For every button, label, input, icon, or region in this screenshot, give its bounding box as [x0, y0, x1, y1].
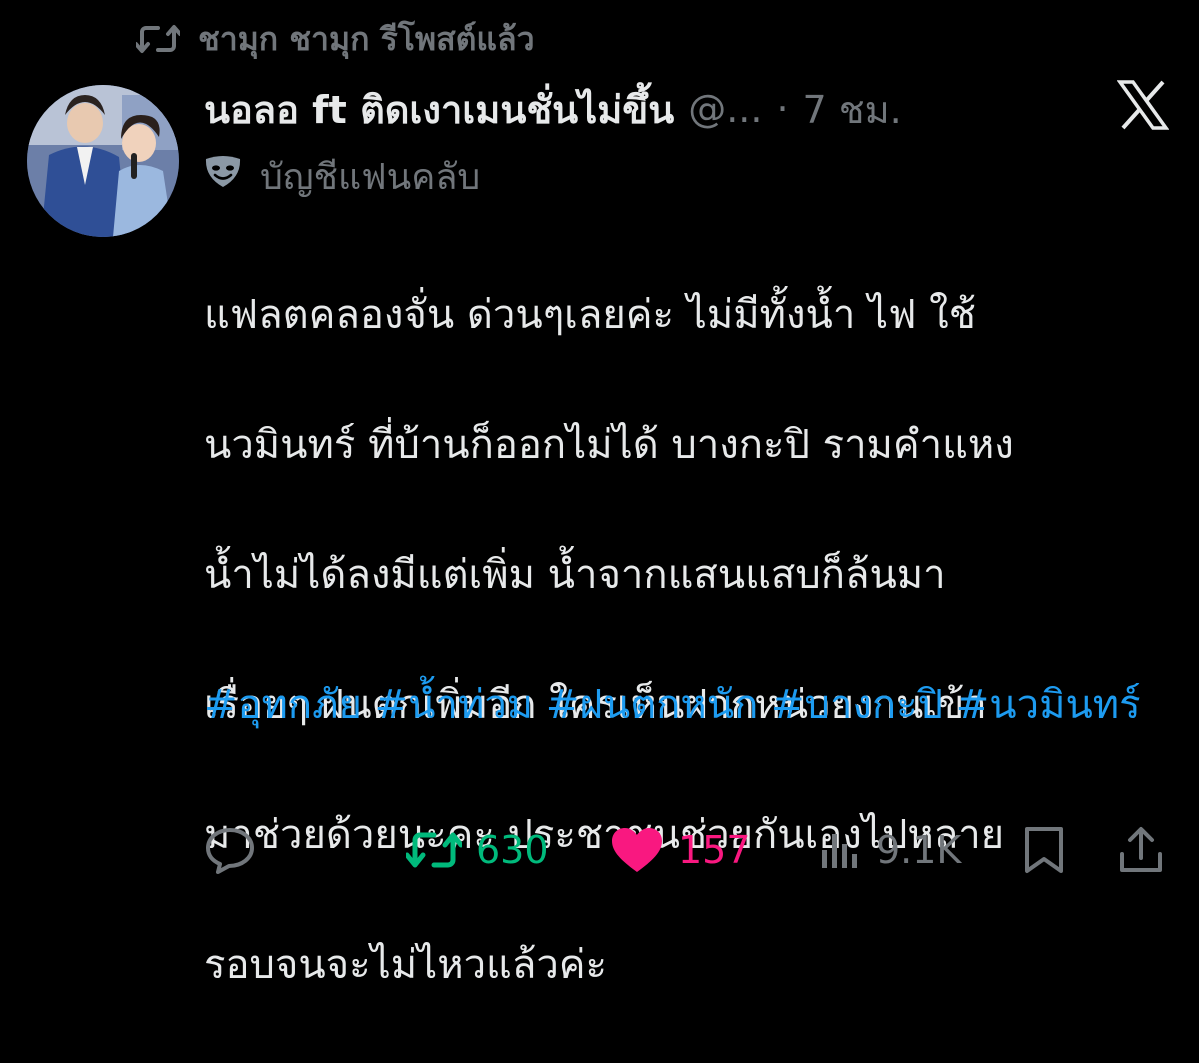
hashtag-list: #อุทกภัย #น้ำท่วม #ฝนตกหนัก #บางกะปิ #นว… [204, 673, 1179, 737]
tweet-line: รอบจนจะไม่ไหวแล้วค่ะ [204, 942, 608, 988]
bookmark-button[interactable] [1022, 815, 1066, 885]
action-bar: 630 157 9.1K [0, 815, 1199, 885]
x-logo-icon [1116, 79, 1170, 131]
theater-mask-icon [204, 155, 242, 198]
repost-label: ชามุก ชามุก รีโพสต์แล้ว [198, 19, 535, 58]
share-button[interactable] [1117, 815, 1165, 885]
hashtag-link[interactable]: #ฝนตกหนัก [546, 682, 758, 728]
separator-dot: · [776, 87, 789, 131]
repost-header[interactable]: ชามุก ชามุก รีโพสต์แล้ว [136, 14, 535, 64]
views-button[interactable]: 9.1K [818, 815, 961, 885]
hashtag-link[interactable]: #อุทกภัย [204, 682, 362, 728]
retweet-count: 630 [476, 828, 549, 872]
hashtag-link[interactable]: #บางกะปิ [771, 682, 943, 728]
author-handle[interactable]: @... [688, 87, 762, 131]
repost-icon [136, 22, 180, 56]
share-icon [1117, 826, 1165, 874]
tweet-body: แฟลตคลองจั่น ด่วนๆเลยค่ะ ไม่มีทั้งน้ำ ไฟ… [204, 218, 1179, 1063]
retweet-button[interactable]: 630 [406, 815, 549, 885]
bookmark-icon [1022, 826, 1066, 874]
hashtag-link[interactable]: #น้ำท่วม [375, 682, 534, 728]
tweet-line: นวมินทร์ ที่บ้านก็ออกไม่ได้ บางกะปิ รามค… [204, 422, 1014, 468]
tweet-line: น้ำไม่ได้ลงมีแต่เพิ่ม น้ำจากแสนแสบก็ล้นม… [204, 552, 946, 598]
author-display-name[interactable]: นอลอ ft ติดเงาเมนชั่นไม่ขึ้น [204, 79, 674, 140]
hashtag-link[interactable]: #นวมินทร์ [956, 682, 1141, 728]
views-count: 9.1K [876, 828, 962, 872]
like-button[interactable]: 157 [610, 815, 751, 885]
tweet-header: นอลอ ft ติดเงาเมนชั่นไม่ขึ้น @... · 7 ชม… [204, 78, 902, 140]
fan-account-badge: บัญชีแฟนคลับ [204, 148, 480, 204]
post-time[interactable]: 7 ชม. [803, 79, 902, 140]
retweet-icon [406, 828, 462, 872]
views-icon [818, 828, 862, 872]
reply-icon [204, 826, 256, 874]
heart-icon [610, 826, 664, 874]
tweet-line: แฟลตคลองจั่น ด่วนๆเลยค่ะ ไม่มีทั้งน้ำ ไฟ… [204, 292, 976, 338]
like-count: 157 [678, 828, 751, 872]
reply-button[interactable] [204, 815, 256, 885]
badge-label: บัญชีแฟนคลับ [260, 156, 481, 198]
avatar[interactable] [27, 85, 179, 237]
